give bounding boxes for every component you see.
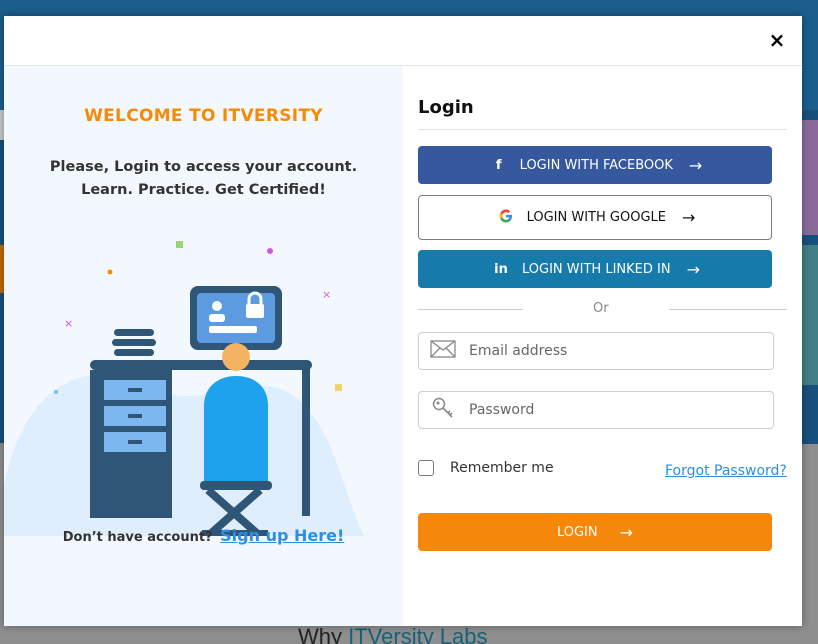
email-input[interactable]	[467, 342, 761, 360]
password-field[interactable]	[418, 391, 774, 429]
facebook-icon: f	[495, 157, 502, 173]
welcome-line-2: Learn. Practice. Get Certified!	[81, 182, 326, 198]
or-text: Or	[593, 301, 609, 316]
key-icon	[419, 397, 467, 424]
confetti: ×	[64, 317, 73, 330]
book-stack	[114, 349, 154, 356]
linkedin-login-label: LOGIN WITH LINKED IN	[522, 261, 671, 277]
no-account-text: Don’t have account?	[62, 530, 213, 545]
close-icon[interactable]: ×	[766, 29, 788, 51]
divider	[669, 309, 787, 310]
user-glyph	[209, 314, 225, 322]
arrow-right-icon: →	[688, 155, 703, 175]
login-panel: Login f LOGIN WITH FACEBOOK → LOGIN WITH…	[403, 66, 802, 626]
google-login-button[interactable]: LOGIN WITH GOOGLE →	[418, 195, 772, 240]
google-icon	[495, 209, 517, 227]
linkedin-icon: in	[494, 261, 508, 277]
divider	[418, 309, 523, 310]
google-login-label: LOGIN WITH GOOGLE	[526, 210, 666, 225]
drawer-handle	[128, 440, 142, 444]
envelope-icon	[419, 339, 467, 363]
confetti	[176, 241, 183, 248]
user-glyph	[212, 301, 222, 311]
drawer-handle	[128, 414, 142, 418]
facebook-login-label: LOGIN WITH FACEBOOK	[519, 157, 673, 173]
arrow-right-icon: →	[619, 522, 634, 542]
signup-prompt: Don’t have account? Sign up Here!	[4, 526, 403, 545]
remember-me[interactable]: Remember me	[418, 460, 554, 476]
confetti	[267, 248, 273, 254]
email-field[interactable]	[418, 332, 774, 370]
remember-checkbox[interactable]	[418, 460, 434, 476]
signup-link[interactable]: Sign up Here!	[220, 526, 344, 545]
backdrop-heading-link[interactable]: ITVersity Labs	[348, 624, 487, 644]
password-field-glyph	[209, 326, 257, 333]
login-button[interactable]: LOGIN →	[418, 513, 772, 551]
confetti	[54, 390, 58, 394]
welcome-panel: WELCOME TO ITVERSITY Please, Login to ac…	[4, 66, 403, 626]
modal-header: ×	[4, 16, 802, 66]
linkedin-login-button[interactable]: in LOGIN WITH LINKED IN →	[418, 250, 772, 288]
drawer-handle	[128, 388, 142, 392]
welcome-subtext: Please, Login to access your account. Le…	[4, 156, 403, 202]
divider	[418, 129, 787, 130]
backdrop-image	[802, 245, 818, 385]
password-input[interactable]	[467, 401, 761, 419]
confetti	[107, 269, 113, 275]
arrow-right-icon: →	[681, 208, 696, 227]
workstation-illustration: × ×	[4, 241, 364, 536]
desk-top	[90, 360, 312, 370]
or-separator: Or	[418, 301, 787, 320]
book-stack	[112, 339, 156, 346]
login-button-label: LOGIN	[556, 524, 598, 540]
confetti	[335, 384, 342, 391]
confetti: ×	[322, 288, 331, 301]
backdrop-heading: Why ITVersity Labs	[298, 624, 488, 644]
login-title: Login	[418, 97, 474, 118]
desk-leg	[302, 366, 310, 516]
person-head	[222, 343, 250, 371]
facebook-login-button[interactable]: f LOGIN WITH FACEBOOK →	[418, 146, 772, 184]
backdrop-image	[802, 120, 818, 235]
arrow-right-icon: →	[686, 259, 700, 279]
monitor-screen	[197, 293, 275, 343]
remember-label: Remember me	[450, 460, 554, 476]
lock-glyph	[246, 304, 264, 318]
book-stack	[114, 329, 154, 336]
welcome-line-1: Please, Login to access your account.	[49, 159, 358, 175]
person-body	[204, 376, 268, 481]
forgot-password-link[interactable]: Forgot Password?	[665, 463, 787, 479]
login-modal: × WELCOME TO ITVERSITY Please, Login to …	[4, 16, 802, 626]
welcome-title: WELCOME TO ITVERSITY	[84, 106, 323, 126]
backdrop-heading-prefix: Why	[298, 624, 342, 644]
